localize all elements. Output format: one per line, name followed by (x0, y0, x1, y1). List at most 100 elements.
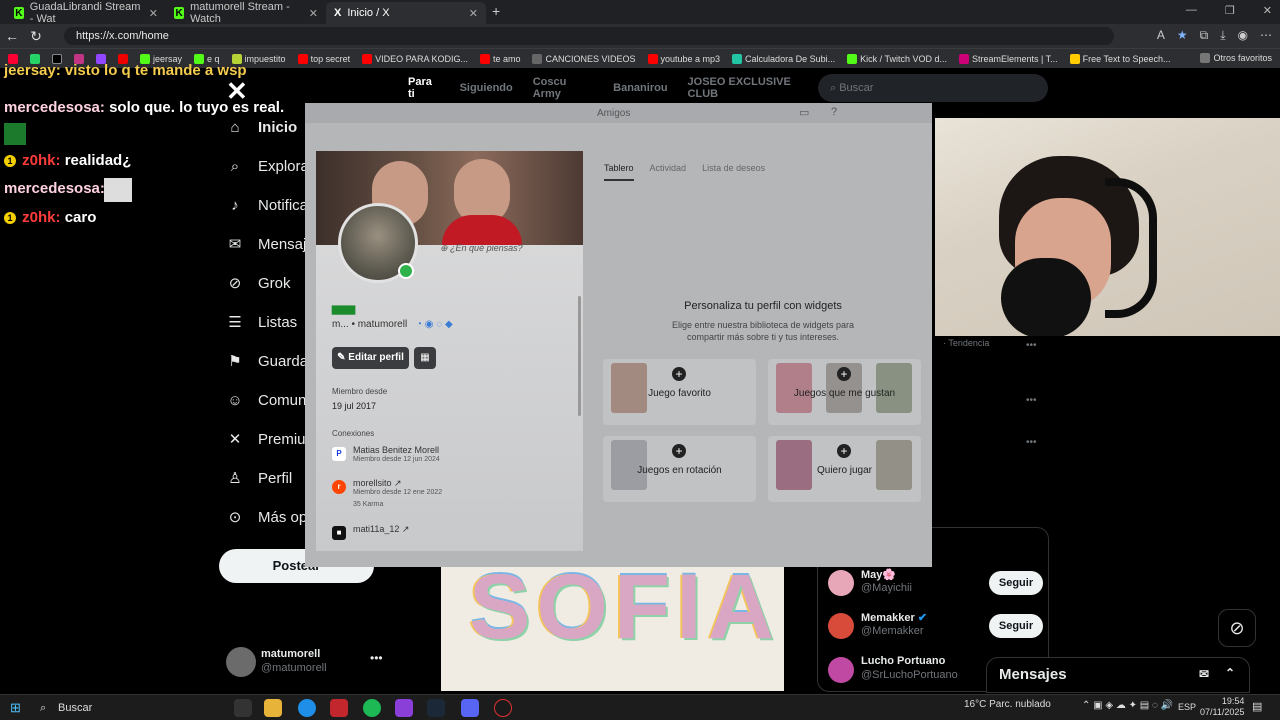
other-bookmarks[interactable]: Otros favoritos (1200, 53, 1272, 63)
tab-following[interactable]: Siguiendo (460, 82, 513, 94)
status-prompt[interactable]: ⊕ ¿En qué piensas? (440, 243, 523, 254)
more-dots-icon[interactable]: ••• (370, 651, 383, 665)
close-icon[interactable]: ✕ (149, 7, 158, 20)
widget-rotation-games[interactable]: + Juegos en rotación (603, 436, 756, 502)
edit-profile-button[interactable]: ✎ Editar perfil (332, 347, 409, 369)
reddit-icon: r (332, 480, 346, 494)
browser-tab-bar: K GuadaLibrandi Stream - Wat ✕ K matumor… (0, 0, 1280, 25)
spotify-icon[interactable] (363, 699, 381, 717)
follow-button[interactable]: Seguir (989, 614, 1043, 638)
profile-tabs: Tablero Actividad Lista de deseos (604, 163, 765, 181)
friends-label[interactable]: Amigos (597, 108, 630, 119)
back-icon[interactable]: ← (0, 28, 24, 44)
file-explorer-icon[interactable] (264, 699, 282, 717)
chat-line: mercedesosa: (4, 178, 132, 202)
browser-tab[interactable]: K GuadaLibrandi Stream - Wat ✕ (6, 1, 166, 25)
windows-start-icon[interactable]: ⊞ (10, 700, 21, 716)
tab-dashboard[interactable]: Tablero (604, 163, 634, 181)
plus-icon: + (672, 444, 686, 458)
widget-favorite-game[interactable]: + Juego favorito (603, 359, 756, 425)
nav-home[interactable]: ⌂ Inicio (226, 118, 297, 136)
avatar (226, 647, 256, 677)
help-icon[interactable]: ? (831, 106, 837, 118)
follow-suggestion[interactable]: Memakker ✔ @Memakker Seguir (828, 611, 1043, 647)
tab-list[interactable]: JOSEO EXCLUSIVE CLUB (688, 76, 816, 100)
edge-icon[interactable] (298, 699, 316, 717)
nav-explore[interactable]: ⌕ Explorar (226, 157, 314, 175)
connection-item[interactable]: P Matias Benitez Morell Miembro desde 12… (332, 445, 572, 473)
bookmark-item[interactable]: VIDEO PARA KODIG... (362, 53, 468, 64)
overlay-topbar: Amigos ▭ ? (305, 103, 932, 123)
notifications-icon[interactable]: ▤ (1252, 700, 1262, 713)
close-window-icon[interactable]: ✕ (1263, 4, 1272, 17)
screenshot-icon[interactable]: ▭ (799, 106, 809, 119)
menu-icon[interactable]: ⋯ (1260, 28, 1272, 43)
system-tray-icons[interactable]: ⌃ ▣ ◈ ☁ ✦ ▤ ◌ 🔊 (1082, 700, 1173, 711)
browser-tab-active[interactable]: X Inicio / X ✕ (326, 2, 486, 24)
nav-lists[interactable]: ☰ Listas (226, 313, 297, 332)
new-tab-icon[interactable]: + (492, 3, 500, 19)
tab-wishlist[interactable]: Lista de deseos (702, 163, 765, 181)
bookmark-item[interactable]: StreamElements | T... (958, 53, 1058, 64)
scrollbar[interactable] (578, 296, 581, 416)
search-input[interactable]: ⌕ Buscar (818, 74, 1048, 102)
downloads-icon[interactable]: ⤓ (1220, 28, 1225, 43)
account-switcher[interactable]: matumorell @matumorell ••• (226, 645, 386, 685)
follow-button[interactable]: Seguir (989, 571, 1043, 595)
bookmark-item[interactable]: Free Text to Speech... (1069, 53, 1171, 64)
obs-icon[interactable] (494, 699, 512, 717)
follow-suggestion[interactable]: May🌸 @Mayichii Seguir (828, 568, 1043, 604)
expand-icon[interactable]: ⌃ (1225, 666, 1235, 680)
capcut-icon[interactable] (395, 699, 413, 717)
steam-icon[interactable] (427, 699, 445, 717)
connection-item[interactable]: ■ mati11a_12 ↗ (332, 524, 572, 551)
widget-liked-games[interactable]: + Juegos que me gustan (768, 359, 921, 425)
grok-button[interactable]: ⊘ (1218, 609, 1256, 647)
bookmark-item[interactable]: Calculadora De Subi... (732, 53, 835, 64)
gift-icon[interactable]: ▦ (414, 347, 436, 369)
connections-label: Conexiones (332, 429, 375, 438)
plus-icon: + (837, 444, 851, 458)
more-dots-icon[interactable]: ••• (1026, 395, 1037, 406)
nav-grok[interactable]: ⊘ Grok (226, 274, 291, 293)
nav-profile[interactable]: ♙ Perfil (226, 469, 292, 488)
discord-icon[interactable] (461, 699, 479, 717)
extensions-icon[interactable]: ⧉ (1200, 28, 1209, 43)
more-dots-icon[interactable]: ••• (1026, 437, 1037, 448)
tab-list[interactable]: Coscu Army (533, 76, 593, 100)
bookmark-item[interactable]: te amo (479, 53, 520, 64)
taskbar-search[interactable]: ⌕ Buscar (34, 698, 214, 718)
messages-drawer[interactable]: Mensajes ✉ ⌃ (986, 657, 1250, 693)
bookmark-item[interactable]: top secret (297, 53, 350, 64)
task-view-icon[interactable] (234, 699, 252, 717)
new-message-icon[interactable]: ✉ (1199, 667, 1209, 681)
read-aloud-icon[interactable]: A (1157, 28, 1165, 43)
connection-item[interactable]: r morellsito ↗ Miembro desde 12 ene 2022… (332, 478, 572, 508)
post-image[interactable]: SOFIA (441, 567, 784, 691)
x-logo-icon[interactable]: ✕ (226, 76, 248, 107)
maximize-icon[interactable]: ❐ (1225, 4, 1235, 17)
badge-icon: 1 (4, 155, 16, 168)
more-dots-icon[interactable]: ••• (1026, 340, 1037, 351)
close-icon[interactable]: ✕ (469, 7, 478, 20)
app-icon[interactable] (330, 699, 348, 717)
reload-icon[interactable]: ↻ (24, 28, 48, 45)
browser-tab[interactable]: K matumorell Stream - Watch ✕ (166, 1, 326, 25)
language-indicator[interactable]: ESP (1178, 702, 1196, 712)
tab-activity[interactable]: Actividad (650, 163, 687, 181)
weather-widget[interactable]: 16°C Parc. nublado (964, 699, 1051, 710)
bookmark-item[interactable]: CANCIONES VIDEOS (532, 53, 636, 64)
address-bar-row: ← ↻ https://x.com/home A ★ ⧉ ⤓ ◉ ⋯ (0, 24, 1280, 48)
minimize-icon[interactable]: — (1186, 4, 1197, 17)
profile-icon[interactable]: ◉ (1238, 28, 1248, 43)
clock[interactable]: 19:54 07/11/2025 (1200, 696, 1244, 718)
widget-want-to-play[interactable]: + Quiero jugar (768, 436, 921, 502)
bookmark-item[interactable]: youtube a mp3 (647, 53, 720, 64)
tab-list[interactable]: Bananirou (613, 82, 667, 94)
bookmark-item[interactable]: Kick / Twitch VOD d... (847, 53, 947, 64)
url-input[interactable]: https://x.com/home (64, 27, 1114, 45)
widgets-description: Elige entre nuestra biblioteca de widget… (671, 320, 855, 342)
favorite-star-icon[interactable]: ★ (1177, 28, 1188, 43)
close-icon[interactable]: ✕ (309, 7, 318, 20)
chat-username: z0hk: (22, 152, 61, 169)
